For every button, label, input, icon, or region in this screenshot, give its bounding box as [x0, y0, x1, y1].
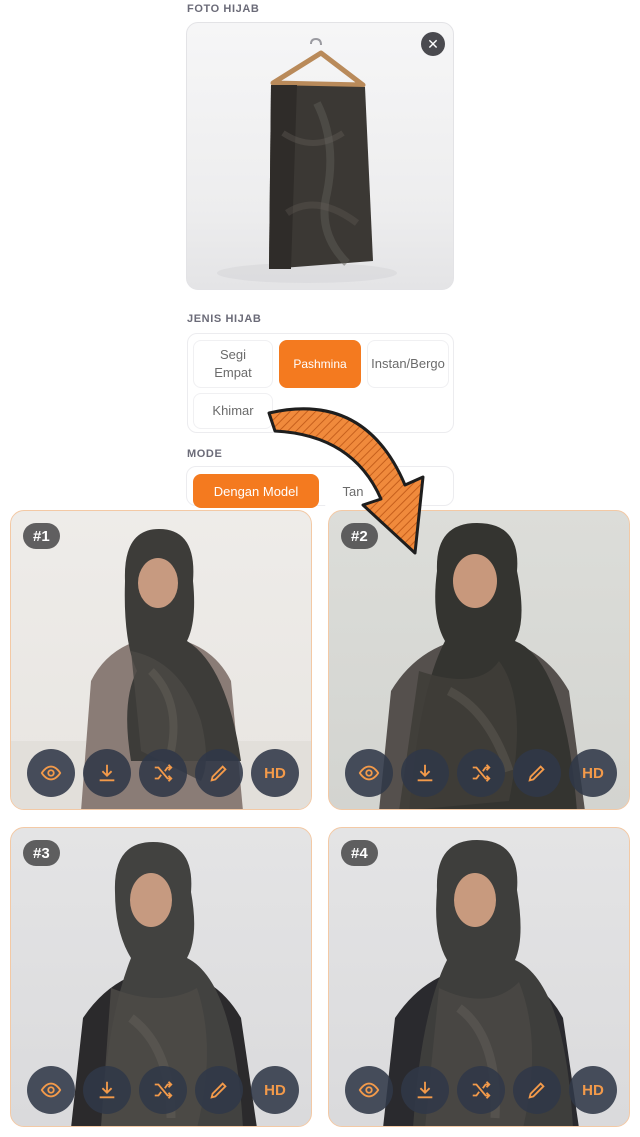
preview-button[interactable]: [27, 1066, 75, 1114]
download-icon: [99, 764, 115, 782]
download-button[interactable]: [83, 1066, 131, 1114]
result-number-badge: #2: [341, 523, 378, 549]
hd-button[interactable]: HD: [569, 1066, 617, 1114]
pencil-icon: [528, 1082, 545, 1099]
result-actions: HD: [27, 1066, 299, 1114]
pencil-icon: [210, 1082, 227, 1099]
mode-label-text: Tan: [342, 483, 364, 499]
preview-button[interactable]: [27, 749, 75, 797]
result-card[interactable]: #4 HD: [328, 827, 630, 1127]
result-actions: HD: [27, 749, 299, 797]
hd-label: HD: [582, 764, 604, 782]
shuffle-button[interactable]: [457, 749, 505, 797]
result-card[interactable]: #2 HD: [328, 510, 630, 810]
shuffle-button[interactable]: [457, 1066, 505, 1114]
hijab-photo-preview: ✕: [186, 22, 454, 290]
hijab-type-pashmina[interactable]: Pashmina: [279, 340, 361, 388]
download-button[interactable]: [401, 749, 449, 797]
shuffle-icon: [472, 764, 491, 782]
download-icon: [417, 1081, 433, 1099]
close-icon: ✕: [427, 35, 439, 52]
result-actions: HD: [345, 749, 617, 797]
edit-button[interactable]: [195, 1066, 243, 1114]
result-number-badge: #3: [23, 840, 60, 866]
eye-icon: [40, 765, 62, 781]
foto-hijab-label: FOTO HIJAB: [187, 3, 260, 15]
pencil-icon: [210, 765, 227, 782]
hijab-type-label: Khimar: [212, 403, 254, 418]
shuffle-icon: [472, 1081, 491, 1099]
preview-button[interactable]: [345, 1066, 393, 1114]
hijab-type-label: Pashmina: [293, 357, 347, 371]
preview-button[interactable]: [345, 749, 393, 797]
hd-label: HD: [264, 764, 286, 782]
shuffle-icon: [154, 764, 173, 782]
result-card[interactable]: #1 HD: [10, 510, 312, 810]
eye-icon: [358, 1082, 380, 1098]
mode-label-text: Dengan Model: [213, 483, 299, 499]
result-number-badge: #4: [341, 840, 378, 866]
hd-button[interactable]: HD: [251, 1066, 299, 1114]
hijab-type-label: Segi Empat: [214, 347, 252, 380]
eye-icon: [40, 1082, 62, 1098]
edit-button[interactable]: [513, 749, 561, 797]
remove-photo-button[interactable]: ✕: [421, 32, 445, 56]
hijab-type-instan-bergo[interactable]: Instan/Bergo: [367, 340, 449, 388]
download-icon: [417, 764, 433, 782]
result-actions: HD: [345, 1066, 617, 1114]
result-card[interactable]: #3 HD: [10, 827, 312, 1127]
hd-label: HD: [264, 1081, 286, 1099]
result-number-badge: #1: [23, 523, 60, 549]
shuffle-icon: [154, 1081, 173, 1099]
hijab-type-label: Instan/Bergo: [371, 356, 445, 371]
edit-button[interactable]: [195, 749, 243, 797]
shuffle-button[interactable]: [139, 749, 187, 797]
jenis-hijab-label: JENIS HIJAB: [187, 313, 262, 325]
hijab-type-segi-empat[interactable]: Segi Empat: [193, 340, 273, 388]
shuffle-button[interactable]: [139, 1066, 187, 1114]
hd-button[interactable]: HD: [251, 749, 299, 797]
edit-button[interactable]: [513, 1066, 561, 1114]
download-button[interactable]: [401, 1066, 449, 1114]
download-icon: [99, 1081, 115, 1099]
mode-dengan-model-button[interactable]: Dengan Model: [193, 474, 319, 508]
download-button[interactable]: [83, 749, 131, 797]
hd-label: HD: [582, 1081, 604, 1099]
mode-tanpa-model-button[interactable]: Tan: [323, 474, 383, 508]
eye-icon: [358, 765, 380, 781]
pencil-icon: [528, 765, 545, 782]
mode-label: MODE: [187, 448, 223, 460]
hijab-type-khimar[interactable]: Khimar: [193, 393, 273, 429]
hd-button[interactable]: HD: [569, 749, 617, 797]
hijab-on-hanger-image: [217, 37, 397, 283]
